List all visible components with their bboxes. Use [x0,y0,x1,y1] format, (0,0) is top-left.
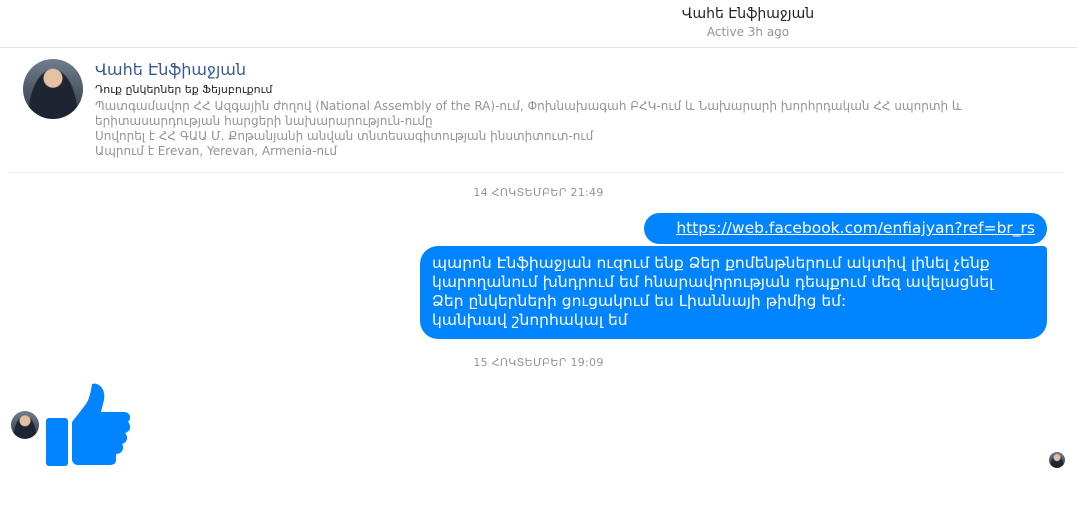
profile-education: Սովորել է ՀՀ ԳԱԱ Մ. Քոթանյանի անվան տնտե… [95,129,594,143]
seen-indicator-avatar [1049,452,1065,468]
profile-location: Ապրում է Erevan, Yerevan, Armenia-ում [95,144,337,158]
message-timestamp: 14 ՀՈԿՏԵՄԲԵՐ 21:49 [473,186,604,199]
profile-friends-status: Դուք ընկերներ եք Ֆեյսբուքում [95,83,273,96]
profile-avatar[interactable] [23,59,83,119]
message-timestamp: 15 ՀՈԿՏԵՄԲԵՐ 19:09 [473,356,604,369]
header-active-status: Active 3h ago [706,25,790,39]
profile-info: Պատգամավոր ՀՀ Ազգային ժողով (National As… [95,99,995,159]
message-text: պարոն Էնֆիաջյան ուզում ենք Ձեր քոմենթներ… [432,254,994,329]
message-link[interactable]: https://web.facebook.com/enfiajyan?ref=b… [676,219,1035,237]
profile-name[interactable]: Վահե Էնֆիաջյան [95,60,246,79]
profile-card: Վահե Էնֆիաջյան Դուք ընկերներ եք Ֆեյսբուք… [10,48,1064,173]
conversation-header: Վահե Էնֆիաջյան Active 3h ago [0,0,1077,48]
profile-work: Պատգամավոր ՀՀ Ազգային ժողով (National As… [95,99,962,128]
contact-avatar[interactable] [11,411,39,439]
thumbs-up-icon [46,383,131,466]
sent-message-link[interactable]: https://web.facebook.com/enfiajyan?ref=b… [644,213,1047,244]
header-contact-name[interactable]: Վահե Էնֆիաջյան [0,6,1077,22]
sent-message-text[interactable]: պարոն Էնֆիաջյան ուզում ենք Ձեր քոմենթներ… [420,246,1047,339]
